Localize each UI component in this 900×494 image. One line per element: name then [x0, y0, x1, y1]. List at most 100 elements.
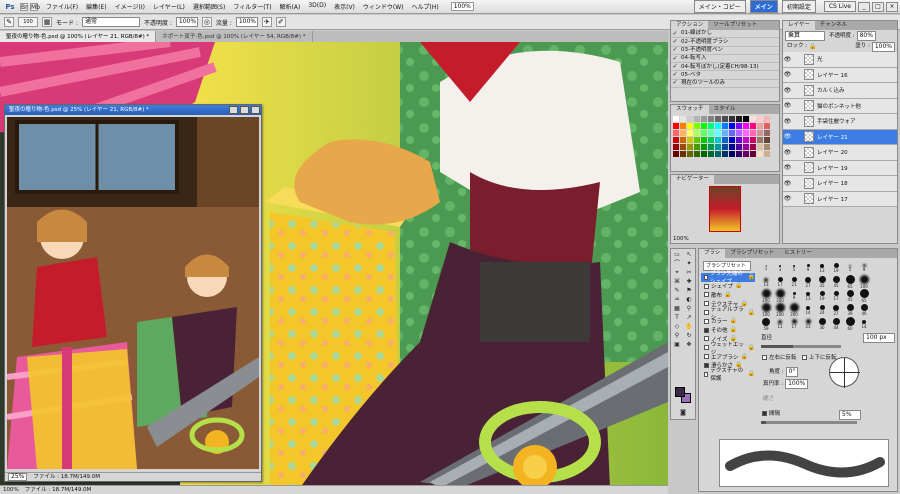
color-swatch[interactable] — [687, 137, 693, 143]
brush-tip[interactable]: 39 — [843, 303, 857, 317]
color-swatch[interactable] — [708, 123, 714, 129]
brush-tip[interactable]: 45 — [829, 275, 843, 289]
color-swatch[interactable] — [729, 151, 735, 157]
color-swatch[interactable] — [701, 116, 707, 122]
brush-option-checkbox[interactable] — [704, 362, 709, 368]
brush-tip[interactable]: 300 — [773, 289, 787, 303]
brush-option-checkbox[interactable] — [704, 354, 709, 360]
document-maximize-button[interactable] — [240, 106, 249, 114]
brush-tip[interactable]: 35 — [815, 275, 829, 289]
color-swatch[interactable] — [722, 144, 728, 150]
color-swatch[interactable] — [764, 151, 770, 157]
tab-history[interactable]: ヒストリー — [779, 249, 817, 258]
eye-icon[interactable]: 👁 — [783, 133, 792, 140]
tool-icon-13[interactable]: ⚲ — [685, 305, 693, 313]
brush-tip[interactable]: 14 — [857, 317, 871, 331]
action-check-icon[interactable]: ✓ — [671, 63, 679, 71]
color-swatch[interactable] — [722, 130, 728, 136]
color-swatch[interactable] — [764, 123, 770, 129]
navigator-zoom[interactable]: 100% — [673, 236, 689, 242]
navigator-preview[interactable] — [709, 186, 741, 232]
eye-icon[interactable]: 👁 — [783, 149, 792, 156]
brush-tip[interactable]: 17 — [773, 275, 787, 289]
flip-x-checkbox[interactable]: 左右に反転 — [759, 353, 797, 362]
brush-tip[interactable]: 13 — [759, 275, 773, 289]
pressure-opacity-icon[interactable]: ◎ — [201, 17, 212, 27]
layer-row[interactable]: 👁 光 — [783, 52, 897, 68]
layer-row[interactable]: 👁 レイヤー 18 — [783, 176, 897, 192]
brush-option-checkbox[interactable] — [704, 301, 709, 307]
flow-input[interactable]: 100% — [235, 17, 258, 27]
brush-tip[interactable]: 13 — [801, 289, 815, 303]
brush-option-checkbox[interactable] — [704, 345, 709, 351]
tool-icon-0[interactable]: ▭ — [673, 251, 681, 259]
color-swatch[interactable] — [673, 151, 679, 157]
tab-channels[interactable]: チャンネル — [815, 21, 852, 30]
color-swatch[interactable] — [729, 116, 735, 122]
color-swatch[interactable] — [701, 130, 707, 136]
color-swatch[interactable] — [680, 144, 686, 150]
eye-icon[interactable]: 👁 — [783, 118, 792, 125]
brush-option[interactable]: ブラシ先端のシェイプ 🔒 — [701, 271, 755, 285]
color-swatch[interactable] — [736, 116, 742, 122]
zoom-level[interactable]: 100% — [450, 2, 474, 11]
brush-option[interactable]: その他 🔒 — [701, 326, 755, 335]
tab-document-1[interactable]: 聖夜の贈り物-色.psd @ 100% (レイヤー 21, RGB/8#) * — [0, 31, 157, 42]
color-swatch[interactable] — [708, 151, 714, 157]
layer-opacity-input[interactable]: 80% — [856, 31, 876, 41]
color-swatch[interactable] — [694, 116, 700, 122]
minibridge-icon[interactable]: Mb — [30, 2, 40, 11]
color-swatch[interactable] — [736, 144, 742, 150]
menu-item-8[interactable]: 表示(V) — [330, 2, 359, 11]
brush-tip[interactable]: 1 — [759, 261, 773, 275]
layer-row[interactable]: 👁 手袋住麗ウォア — [783, 114, 897, 130]
tab-layers[interactable]: レイヤー — [783, 21, 815, 30]
brush-option-checkbox[interactable] — [704, 310, 709, 316]
tool-icon-1[interactable]: ↖ — [685, 251, 693, 259]
color-swatch[interactable] — [715, 116, 721, 122]
diameter-slider[interactable] — [761, 345, 841, 348]
color-swatch[interactable] — [680, 130, 686, 136]
flip-y-checkbox[interactable]: 上下に反転 — [799, 353, 837, 362]
brush-tip[interactable]: 5 — [843, 261, 857, 275]
brush-tip[interactable]: 60 — [843, 317, 857, 331]
color-swatch[interactable] — [701, 137, 707, 143]
brush-tip[interactable]: 14 — [801, 303, 815, 317]
color-swatch[interactable] — [750, 151, 756, 157]
action-check-icon[interactable]: ✓ — [671, 79, 679, 87]
brush-tip[interactable]: 9 — [857, 261, 871, 275]
lock-icon[interactable]: 🔒 — [748, 273, 755, 281]
brush-tool-icon[interactable]: ✎ — [4, 17, 14, 27]
tool-icon-6[interactable]: ⌘ — [673, 278, 681, 286]
brush-angle-widget[interactable] — [829, 357, 860, 388]
brush-tip[interactable]: 21 — [787, 275, 801, 289]
brush-tip[interactable]: 46 — [857, 303, 871, 317]
tool-icon-16[interactable]: ◇ — [673, 323, 681, 331]
color-swatch[interactable] — [764, 137, 770, 143]
eye-icon[interactable]: 👁 — [783, 56, 792, 63]
opacity-input[interactable]: 100% — [175, 17, 198, 27]
brush-option[interactable]: テクスチャの保護 🔒 — [701, 368, 755, 382]
color-swatch[interactable] — [687, 116, 693, 122]
color-swatch[interactable] — [708, 137, 714, 143]
brush-tip[interactable]: 44 — [829, 317, 843, 331]
close-button[interactable]: × — [886, 1, 898, 12]
color-swatch[interactable] — [722, 116, 728, 122]
tool-icon-21[interactable]: ❖ — [685, 341, 693, 349]
color-swatch[interactable] — [729, 137, 735, 143]
action-item[interactable]: ✓ 現在のツールのみ — [671, 79, 779, 89]
action-check-icon[interactable]: ✓ — [671, 30, 679, 38]
floating-document-window[interactable]: 聖夜の贈り物-色.psd @ 25% (レイヤー 21, RGB/8#) * 2… — [4, 104, 262, 482]
tool-icon-4[interactable]: ⌖ — [673, 269, 681, 277]
color-swatch[interactable] — [701, 151, 707, 157]
brush-tip[interactable]: 65 — [843, 275, 857, 289]
quick-mask-icon[interactable]: ◙ — [679, 409, 687, 417]
brush-tip[interactable]: 200 — [773, 303, 787, 317]
color-swatch[interactable] — [715, 151, 721, 157]
color-swatch[interactable] — [708, 116, 714, 122]
brush-option[interactable]: ウェットエッジ 🔒 — [701, 342, 755, 356]
menu-item-0[interactable]: ファイル(F) — [42, 2, 82, 11]
color-swatch[interactable] — [757, 130, 763, 136]
tab-swatches[interactable]: スウォッチ — [671, 105, 709, 114]
color-swatch[interactable] — [750, 123, 756, 129]
